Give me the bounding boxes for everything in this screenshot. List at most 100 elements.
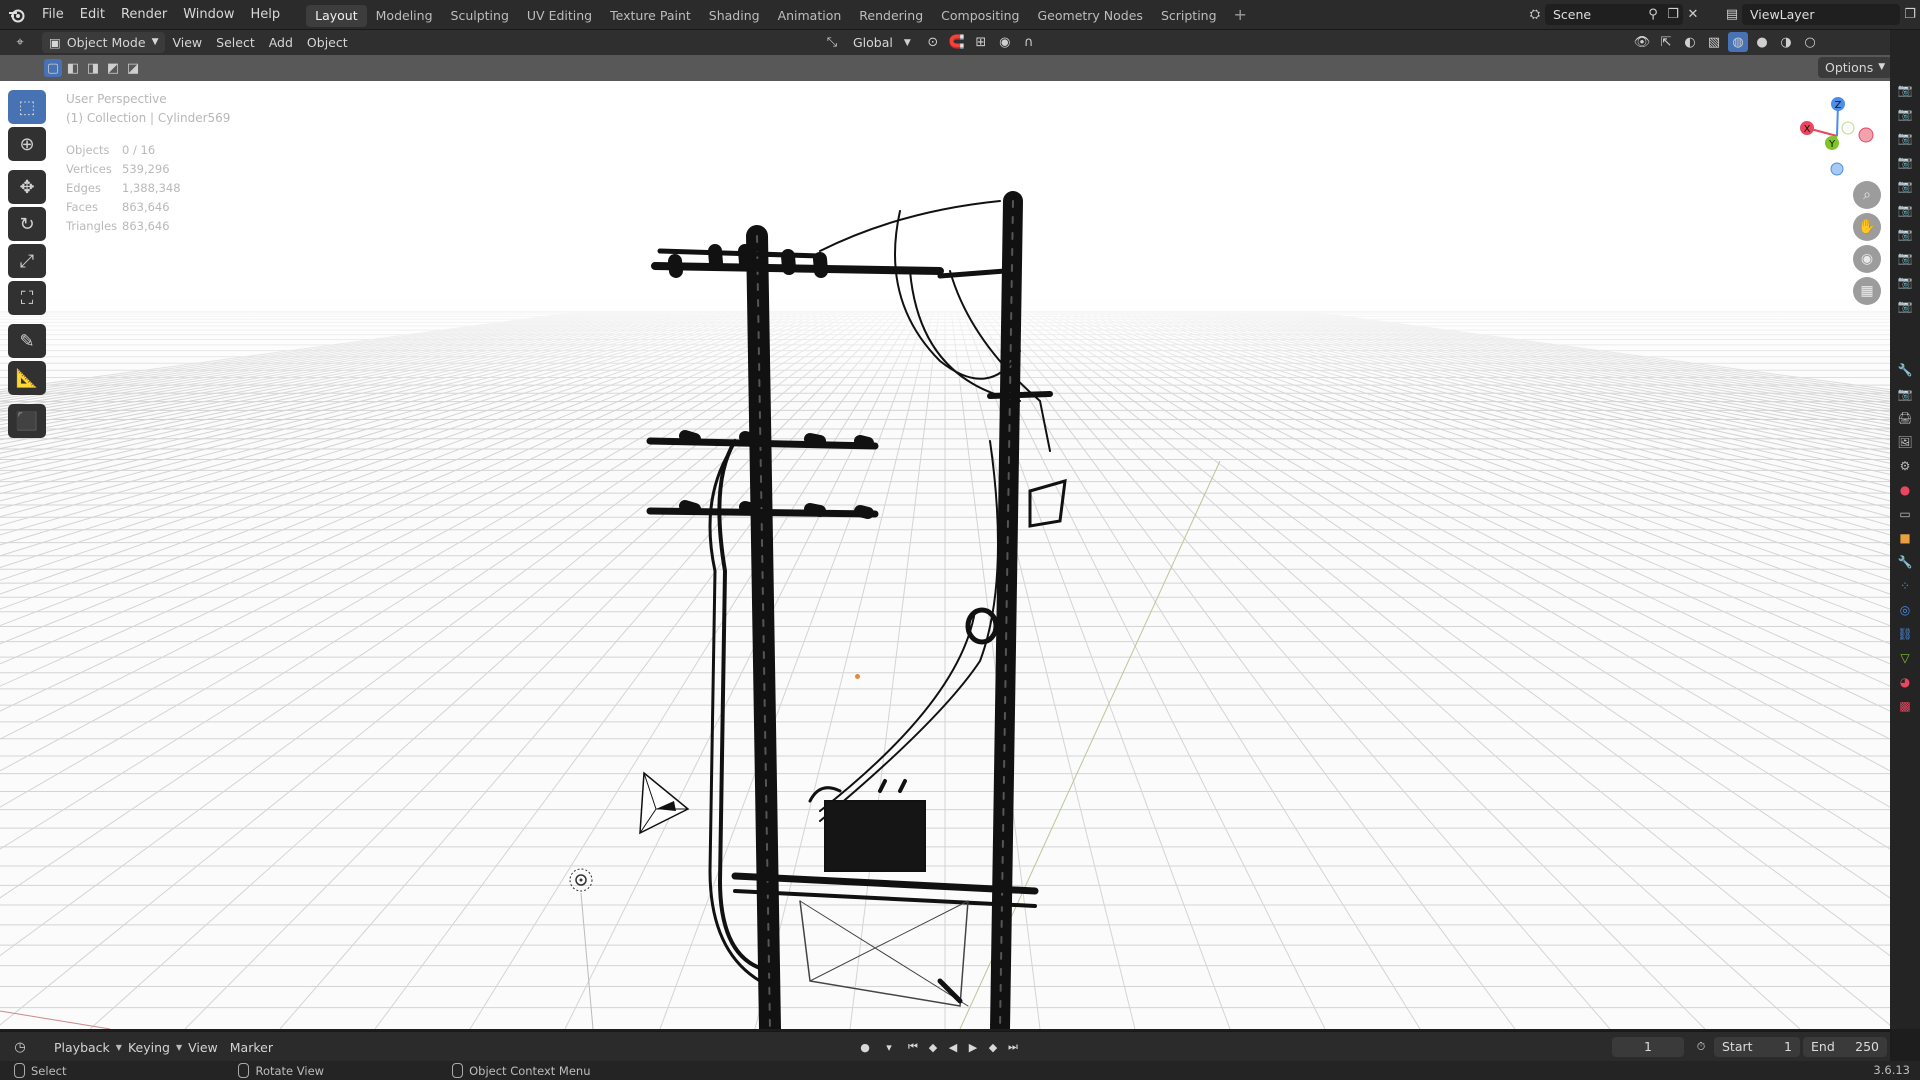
camera-toggle-icon[interactable]: 📷 [1890,126,1920,150]
timeline-editor-icon[interactable]: ◷ [10,1037,30,1057]
menu-marker[interactable]: Marker [224,1040,279,1055]
neg-z-axis-handle[interactable] [1830,162,1844,176]
tab-rendering[interactable]: Rendering [850,5,932,27]
menu-select[interactable]: Select [209,32,262,53]
scale-tool-icon[interactable]: ⤢ [8,244,46,278]
menu-file[interactable]: File [34,0,72,29]
next-keyframe-icon[interactable]: ◆ [984,1038,1002,1056]
transform-orientation-icon[interactable]: ⤡ [822,33,842,53]
scene-properties-icon[interactable]: ⚙ [1890,454,1920,478]
proportional-edit-icon[interactable]: ◉ [995,33,1015,53]
menu-help[interactable]: Help [243,0,289,29]
perspective-toggle-icon[interactable]: ▦ [1853,277,1881,305]
view-layer-properties-icon[interactable]: 🖼 [1890,430,1920,454]
texture-properties-icon[interactable]: ▩ [1890,694,1920,718]
collection-properties-icon[interactable]: ▭ [1890,502,1920,526]
camera-toggle-icon[interactable]: 📷 [1890,270,1920,294]
view-layer-icon[interactable]: ▤ [1722,5,1742,25]
add-workspace-icon[interactable]: + [1226,5,1255,24]
tab-modeling[interactable]: Modeling [367,5,442,27]
gizmo-toggle-icon[interactable]: ⇱ [1656,32,1676,52]
prev-keyframe-icon[interactable]: ◆ [924,1038,942,1056]
output-properties-icon[interactable]: 🖨 [1890,406,1920,430]
camera-toggle-icon[interactable]: 📷 [1890,246,1920,270]
move-tool-icon[interactable]: ✥ [8,170,46,204]
orientation-select[interactable]: Global [846,32,900,53]
current-frame-field[interactable]: 1 [1612,1037,1684,1057]
select-invert-icon[interactable]: ◩ [104,59,122,77]
menu-edit[interactable]: Edit [72,0,113,29]
navigation-gizmo[interactable]: Z X Y [1795,86,1875,176]
tool-properties-icon[interactable]: 🔧 [1890,358,1920,382]
rendered-shading-icon[interactable]: ○ [1800,32,1820,52]
keying-chevron-icon[interactable]: ▾ [876,1038,902,1056]
blender-logo-icon[interactable] [0,0,34,29]
material-shading-icon[interactable]: ◑ [1776,32,1796,52]
wireframe-shading-icon[interactable]: ◍ [1728,32,1748,52]
snap-icon[interactable]: 🧲 [947,33,967,53]
start-frame-field[interactable]: Start 1 [1714,1037,1800,1057]
tab-shading[interactable]: Shading [700,5,769,27]
select-extend-icon[interactable]: ◧ [64,59,82,77]
light-object-icon[interactable] [566,865,596,895]
world-properties-icon[interactable]: ● [1890,478,1920,502]
visibility-icon[interactable]: 👁 [1632,32,1652,52]
menu-window[interactable]: Window [175,0,242,29]
menu-object[interactable]: Object [300,32,355,53]
menu-add[interactable]: Add [262,32,300,53]
physics-properties-icon[interactable]: ◎ [1890,598,1920,622]
select-box-tool-icon[interactable]: ⬚ [8,90,46,124]
transform-tool-icon[interactable]: ⛶ [8,281,46,315]
xray-toggle-icon[interactable]: ▧ [1704,32,1724,52]
menu-playback[interactable]: Playback [48,1040,116,1055]
tab-scripting[interactable]: Scripting [1152,5,1226,27]
editor-type-icon[interactable]: ⌖ [10,33,30,53]
overlay-toggle-icon[interactable]: ◐ [1680,32,1700,52]
camera-toggle-icon[interactable]: 📷 [1890,102,1920,126]
render-properties-icon[interactable]: 📷 [1890,382,1920,406]
pin-icon[interactable]: ⚲ [1643,5,1663,25]
select-new-icon[interactable]: ▢ [44,59,62,77]
particles-properties-icon[interactable]: ⁘ [1890,574,1920,598]
select-intersect-icon[interactable]: ◪ [124,59,142,77]
tab-geometry-nodes[interactable]: Geometry Nodes [1029,5,1152,27]
clock-icon[interactable]: ⏱ [1692,1038,1710,1056]
cursor-tool-icon[interactable]: ⊕ [8,127,46,161]
new-view-layer-icon[interactable]: ❐ [1900,5,1920,25]
select-subtract-icon[interactable]: ◨ [84,59,102,77]
camera-toggle-icon[interactable]: 📷 [1890,150,1920,174]
tab-animation[interactable]: Animation [769,5,851,27]
play-icon[interactable]: ▶ [964,1038,982,1056]
menu-view[interactable]: View [182,1040,224,1055]
3d-viewport[interactable]: User Perspective (1) Collection | Cylind… [0,81,1890,1029]
annotate-tool-icon[interactable]: ✎ [8,324,46,358]
tab-texture-paint[interactable]: Texture Paint [601,5,700,27]
play-reverse-icon[interactable]: ◀ [944,1038,962,1056]
menu-keying[interactable]: Keying [122,1040,176,1055]
solid-shading-icon[interactable]: ● [1752,32,1772,52]
camera-toggle-icon[interactable]: 📷 [1890,294,1920,318]
delete-scene-icon[interactable]: ✕ [1683,5,1703,25]
view-layer-field[interactable]: ViewLayer [1742,4,1900,25]
record-icon[interactable]: ● [856,1038,874,1056]
material-properties-icon[interactable]: ◕ [1890,670,1920,694]
jump-start-icon[interactable]: ⏮ [904,1038,922,1056]
object-properties-icon[interactable]: ■ [1890,526,1920,550]
new-scene-icon[interactable]: ❐ [1663,5,1683,25]
data-properties-icon[interactable]: ▽ [1890,646,1920,670]
camera-object-icon[interactable] [636,771,690,835]
falloff-icon[interactable]: ∩ [1019,33,1039,53]
neg-x-axis-handle[interactable] [1858,127,1874,143]
scene-icon[interactable]: ⛭ [1525,5,1545,25]
add-cube-tool-icon[interactable]: ⬛ [8,404,46,438]
snap-target-icon[interactable]: ⊞ [971,33,991,53]
camera-toggle-icon[interactable]: 📷 [1890,78,1920,102]
pivot-point-icon[interactable]: ⊙ [923,33,943,53]
constraints-properties-icon[interactable]: ⛓ [1890,622,1920,646]
camera-toggle-icon[interactable]: 📷 [1890,174,1920,198]
menu-render[interactable]: Render [113,0,175,29]
end-frame-field[interactable]: End 250 [1803,1037,1887,1057]
tab-sculpting[interactable]: Sculpting [442,5,518,27]
tab-uv-editing[interactable]: UV Editing [518,5,601,27]
zoom-icon[interactable]: ⌕ [1853,181,1881,209]
